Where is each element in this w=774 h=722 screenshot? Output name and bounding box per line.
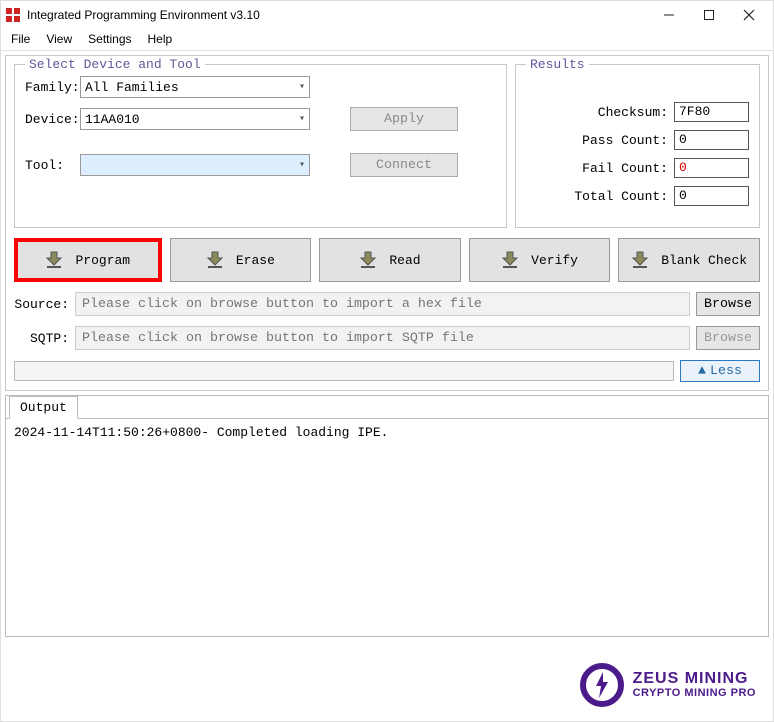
checksum-value: 7F80 bbox=[674, 102, 749, 122]
program-label: Program bbox=[75, 253, 130, 268]
erase-label: Erase bbox=[236, 253, 275, 268]
close-button[interactable] bbox=[729, 3, 769, 27]
status-bar bbox=[14, 361, 674, 381]
sqtp-input[interactable] bbox=[75, 326, 690, 350]
down-arrow-icon bbox=[206, 250, 228, 270]
sqtp-label: SQTP: bbox=[14, 331, 69, 346]
device-legend: Select Device and Tool bbox=[25, 57, 205, 72]
less-button[interactable]: ▲ Less bbox=[680, 360, 760, 382]
down-arrow-icon bbox=[501, 250, 523, 270]
tool-label: Tool: bbox=[25, 158, 80, 173]
program-button[interactable]: Program bbox=[14, 238, 162, 282]
family-value: All Families bbox=[85, 80, 179, 95]
watermark: ZEUS MINING CRYPTO MINING PRO bbox=[579, 662, 756, 708]
menu-settings[interactable]: Settings bbox=[80, 29, 139, 50]
blank-check-button[interactable]: Blank Check bbox=[618, 238, 760, 282]
titlebar: Integrated Programming Environment v3.10 bbox=[1, 1, 773, 29]
output-content: 2024-11-14T11:50:26+0800- Completed load… bbox=[6, 418, 768, 636]
watermark-icon bbox=[579, 662, 625, 708]
menu-file[interactable]: File bbox=[3, 29, 38, 50]
fail-count-value: 0 bbox=[674, 158, 749, 178]
output-tab[interactable]: Output bbox=[9, 396, 78, 419]
up-arrow-icon: ▲ bbox=[698, 364, 706, 379]
source-label: Source: bbox=[14, 297, 69, 312]
verify-button[interactable]: Verify bbox=[469, 238, 611, 282]
checksum-label: Checksum: bbox=[526, 105, 674, 120]
total-count-label: Total Count: bbox=[526, 189, 674, 204]
tool-dropdown[interactable] bbox=[80, 154, 310, 176]
app-icon bbox=[5, 7, 21, 23]
watermark-line2: CRYPTO MINING PRO bbox=[633, 688, 756, 700]
action-row: Program Erase Read Verify Blank Check bbox=[14, 238, 760, 282]
down-arrow-icon bbox=[359, 250, 381, 270]
erase-button[interactable]: Erase bbox=[170, 238, 312, 282]
maximize-button[interactable] bbox=[689, 3, 729, 27]
device-label: Device: bbox=[25, 112, 80, 127]
fail-count-label: Fail Count: bbox=[526, 161, 674, 176]
less-label: Less bbox=[710, 364, 742, 379]
results-legend: Results bbox=[526, 57, 589, 72]
output-panel: Output 2024-11-14T11:50:26+0800- Complet… bbox=[5, 395, 769, 637]
watermark-line1: ZEUS MINING bbox=[633, 671, 756, 688]
main-panel: Select Device and Tool Family: All Famil… bbox=[5, 55, 769, 391]
source-input[interactable] bbox=[75, 292, 690, 316]
menu-view[interactable]: View bbox=[38, 29, 80, 50]
pass-count-label: Pass Count: bbox=[526, 133, 674, 148]
down-arrow-icon bbox=[631, 250, 653, 270]
window-title: Integrated Programming Environment v3.10 bbox=[27, 8, 649, 22]
read-button[interactable]: Read bbox=[319, 238, 461, 282]
family-label: Family: bbox=[25, 80, 80, 95]
sqtp-browse-button: Browse bbox=[696, 326, 760, 350]
menu-help[interactable]: Help bbox=[140, 29, 181, 50]
device-fieldset: Select Device and Tool Family: All Famil… bbox=[14, 64, 507, 228]
total-count-value: 0 bbox=[674, 186, 749, 206]
down-arrow-icon bbox=[45, 250, 67, 270]
device-dropdown[interactable]: 11AA010 bbox=[80, 108, 310, 130]
verify-label: Verify bbox=[531, 253, 578, 268]
source-browse-button[interactable]: Browse bbox=[696, 292, 760, 316]
family-dropdown[interactable]: All Families bbox=[80, 76, 310, 98]
blank-check-label: Blank Check bbox=[661, 253, 747, 268]
results-fieldset: Results Checksum: 7F80 Pass Count: 0 Fai… bbox=[515, 64, 760, 228]
menubar: File View Settings Help bbox=[1, 29, 773, 51]
device-value: 11AA010 bbox=[85, 112, 140, 127]
minimize-button[interactable] bbox=[649, 3, 689, 27]
read-label: Read bbox=[389, 253, 420, 268]
pass-count-value: 0 bbox=[674, 130, 749, 150]
apply-button[interactable]: Apply bbox=[350, 107, 458, 131]
connect-button[interactable]: Connect bbox=[350, 153, 458, 177]
